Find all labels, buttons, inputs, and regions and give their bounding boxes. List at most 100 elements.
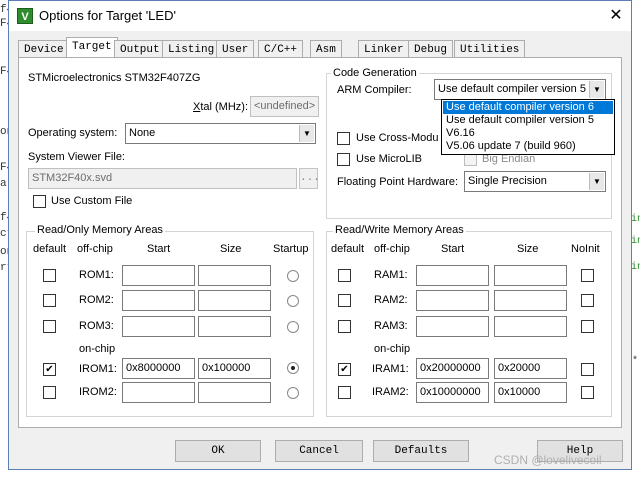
rom2-size-input[interactable]: [198, 290, 271, 311]
tab-listing[interactable]: Listing: [162, 40, 221, 58]
ram3-label: RAM3:: [374, 320, 408, 332]
rom3-size-input[interactable]: [198, 316, 271, 337]
rw-header-start: Start: [441, 243, 465, 255]
ram1-size-input[interactable]: [494, 265, 567, 286]
iram2-noinit-checkbox[interactable]: [581, 386, 594, 399]
rw-header-noinit: NoInit: [571, 243, 600, 255]
ram2-default-checkbox[interactable]: [338, 294, 351, 307]
ro-onchip-label: on-chip: [79, 343, 116, 355]
rom3-default-checkbox[interactable]: [43, 320, 56, 333]
iram1-label: IRAM1:: [372, 363, 409, 375]
use-custom-file-label: Use Custom File: [51, 195, 133, 207]
rom1-startup-radio[interactable]: [287, 270, 299, 282]
xtal-input[interactable]: <undefined>: [250, 96, 319, 117]
tab-c-cpp[interactable]: C/C++: [258, 40, 304, 58]
arm-compiler-label: ARM Compiler:: [337, 84, 412, 96]
ram1-default-checkbox[interactable]: [338, 269, 351, 282]
title-bar[interactable]: V Options for Target 'LED' ✕: [9, 1, 631, 31]
ram1-label: RAM1:: [374, 269, 408, 281]
microlib-label: Use MicroLIB: [356, 153, 423, 165]
tab-output[interactable]: Output: [114, 40, 166, 58]
ram3-noinit-checkbox[interactable]: [581, 320, 594, 333]
iram1-default-checkbox[interactable]: ✔: [338, 363, 351, 376]
bg-code-fragment: *: [632, 356, 639, 367]
iram1-size-input[interactable]: 0x20000: [494, 358, 567, 379]
irom1-size-input[interactable]: 0x100000: [198, 358, 271, 379]
irom1-start-input[interactable]: 0x8000000: [122, 358, 195, 379]
options-dialog: V Options for Target 'LED' ✕ Device Targ…: [8, 0, 632, 470]
ro-header-size: Size: [220, 243, 242, 255]
irom2-default-checkbox[interactable]: [43, 386, 56, 399]
close-icon[interactable]: ✕: [603, 4, 629, 28]
chevron-down-icon: ▼: [589, 173, 604, 190]
rw-header-offchip: off-chip: [374, 243, 410, 255]
rom2-startup-radio[interactable]: [287, 295, 299, 307]
arm-compiler-option[interactable]: Use default compiler version 6: [443, 101, 613, 114]
irom2-size-input[interactable]: [198, 382, 271, 403]
ro-header-start: Start: [147, 243, 171, 255]
microlib-checkbox[interactable]: [337, 153, 350, 166]
arm-compiler-option[interactable]: V6.16: [443, 127, 613, 140]
irom2-startup-radio[interactable]: [287, 387, 299, 399]
ro-header-default: default: [33, 243, 67, 255]
irom2-start-input[interactable]: [122, 382, 195, 403]
rom1-size-input[interactable]: [198, 265, 271, 286]
code-generation-title: Code Generation: [331, 67, 419, 79]
ram2-size-input[interactable]: [494, 290, 567, 311]
ram2-noinit-checkbox[interactable]: [581, 294, 594, 307]
keil-app-icon: V: [17, 8, 33, 24]
irom1-default-checkbox[interactable]: ✔: [43, 363, 56, 376]
bg-code-fragment: in: [631, 236, 640, 247]
ram3-start-input[interactable]: [416, 316, 489, 337]
ro-header-offchip: off-chip: [77, 243, 113, 255]
ok-button[interactable]: OK: [175, 440, 261, 462]
iram2-start-input[interactable]: 0x10000000: [416, 382, 489, 403]
rom3-startup-radio[interactable]: [287, 321, 299, 333]
rom3-start-input[interactable]: [122, 316, 195, 337]
iram1-noinit-checkbox[interactable]: [581, 363, 594, 376]
cross-module-label: Use Cross-Modu: [356, 132, 439, 144]
irom1-startup-radio[interactable]: [287, 362, 299, 374]
operating-system-value: None: [129, 127, 156, 139]
tab-asm[interactable]: Asm: [310, 40, 342, 58]
arm-compiler-option[interactable]: Use default compiler version 5: [443, 114, 613, 127]
fph-select[interactable]: Single Precision ▼: [464, 171, 606, 192]
chevron-down-icon: ▼: [589, 81, 604, 98]
tab-device[interactable]: Device: [18, 40, 70, 58]
ram1-start-input[interactable]: [416, 265, 489, 286]
operating-system-select[interactable]: None ▼: [125, 123, 316, 144]
arm-compiler-select[interactable]: Use default compiler version 5 ▼: [434, 79, 606, 100]
rom2-label: ROM2:: [79, 294, 114, 306]
dialog-title: Options for Target 'LED': [39, 8, 176, 23]
cross-module-checkbox[interactable]: [337, 132, 350, 145]
rw-header-default: default: [331, 243, 365, 255]
system-viewer-file-input[interactable]: STM32F40x.svd: [28, 168, 297, 189]
tab-debug[interactable]: Debug: [408, 40, 454, 58]
iram2-default-checkbox[interactable]: [338, 386, 351, 399]
ram3-default-checkbox[interactable]: [338, 320, 351, 333]
irom1-label: IROM1:: [79, 363, 117, 375]
ram1-noinit-checkbox[interactable]: [581, 269, 594, 282]
use-custom-file-checkbox[interactable]: [33, 195, 46, 208]
device-name-label: STMicroelectronics STM32F407ZG: [28, 72, 201, 84]
rom1-default-checkbox[interactable]: [43, 269, 56, 282]
tab-linker[interactable]: Linker: [358, 40, 410, 58]
defaults-button[interactable]: Defaults: [373, 440, 469, 462]
rom1-start-input[interactable]: [122, 265, 195, 286]
ram3-size-input[interactable]: [494, 316, 567, 337]
rom2-start-input[interactable]: [122, 290, 195, 311]
tab-user[interactable]: User: [216, 40, 255, 58]
tab-utilities[interactable]: Utilities: [454, 40, 526, 58]
rw-memory-title: Read/Write Memory Areas: [333, 224, 466, 236]
ram2-start-input[interactable]: [416, 290, 489, 311]
svf-browse-button[interactable]: ...: [299, 168, 320, 189]
rw-header-size: Size: [517, 243, 539, 255]
iram2-size-input[interactable]: 0x10000: [494, 382, 567, 403]
tab-target[interactable]: Target: [66, 37, 118, 58]
rom2-default-checkbox[interactable]: [43, 294, 56, 307]
xtal-label: Xtal (MHz):: [193, 101, 248, 113]
iram1-start-input[interactable]: 0x20000000: [416, 358, 489, 379]
fph-value: Single Precision: [468, 175, 547, 187]
arm-compiler-option[interactable]: V5.06 update 7 (build 960): [443, 140, 613, 153]
cancel-button[interactable]: Cancel: [275, 440, 363, 462]
